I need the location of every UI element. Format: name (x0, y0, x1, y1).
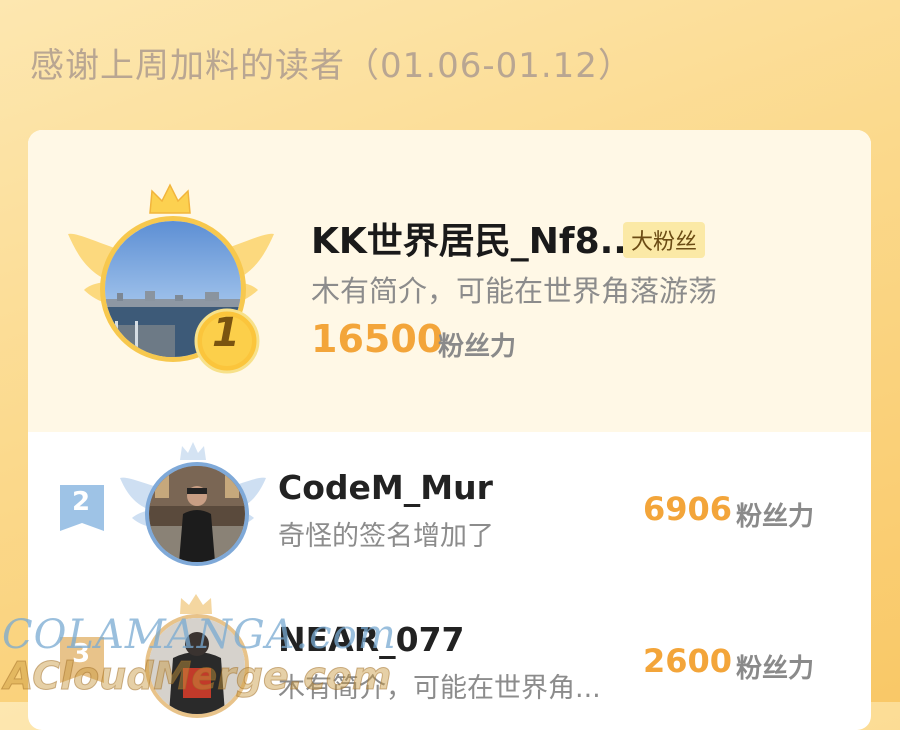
fan-2-bio: 奇怪的签名增加了 (278, 521, 494, 552)
page-header-title: 感谢上周加料的读者（01.06-01.12） (30, 46, 633, 86)
rank-2-number: 2 (72, 487, 91, 517)
avatar-image (149, 466, 245, 562)
fan-2-score-unit: 粉丝力 (736, 502, 815, 532)
rank-1-number: 1 (212, 310, 240, 356)
fan-2-avatar[interactable] (145, 462, 249, 566)
gold-crown-icon (149, 183, 191, 214)
top-fan-name[interactable]: KK世界居民_Nf8... (311, 212, 641, 264)
fan-row-2[interactable]: 2 CodeM_Mur 奇怪的签名增加了 6906 粉丝力 (28, 432, 871, 582)
top-fan-score: 16500 (311, 317, 444, 361)
top-fan-bio: 木有简介，可能在世界角落游荡 (311, 274, 718, 308)
fan-3-score-unit: 粉丝力 (736, 654, 815, 684)
watermark-acloudmerge: ACloudMerge.com (3, 654, 392, 699)
fan-2-score: 6906 (643, 490, 733, 528)
top-fan-score-unit: 粉丝力 (438, 332, 517, 362)
fan-2-name[interactable]: CodeM_Mur (278, 468, 493, 507)
fan-3-score: 2600 (643, 642, 733, 680)
big-fan-tag: 大粉丝 (623, 222, 706, 258)
top-fan-section[interactable]: 1 KK世界居民_Nf8... 大粉丝 木有简介，可能在世界角落游荡 16500… (28, 130, 871, 432)
watermark-colamanga: COLAMANGA.com (2, 612, 397, 658)
